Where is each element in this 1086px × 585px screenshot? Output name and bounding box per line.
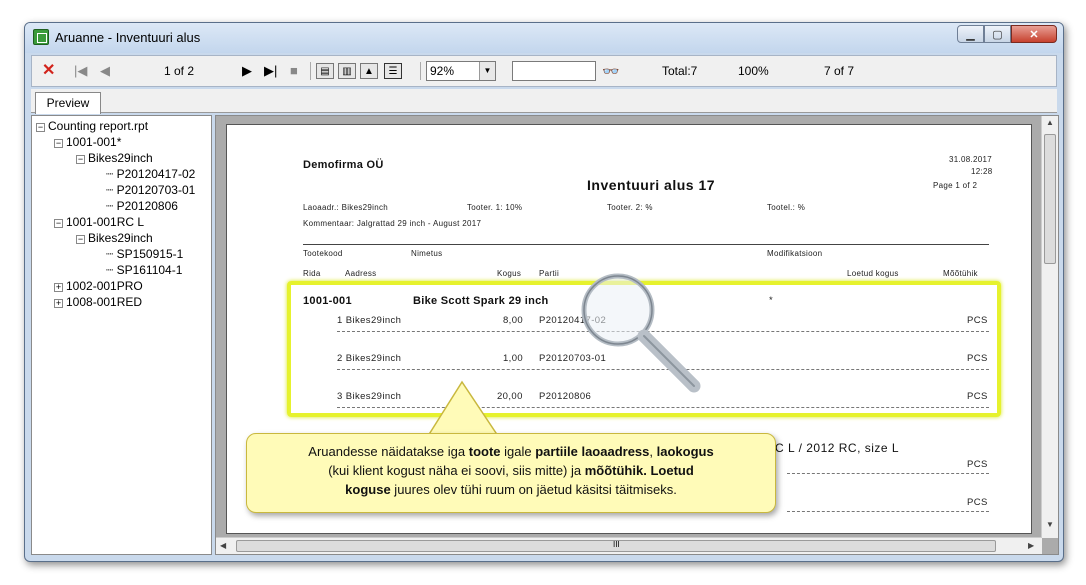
zoom-value: 92% [430,64,455,78]
record-count: 7 of 7 [824,64,855,78]
report-date: 31.08.2017 [949,155,993,164]
company-name: Demofirma OÜ [303,159,384,171]
scroll-right-icon[interactable]: ▶ [1028,541,1034,550]
scroll-up-icon[interactable]: ▲ [1046,118,1054,127]
page-number: Page 1 of 2 [933,181,978,190]
product-partial-name: C L / 2012 RC, size L [775,441,900,455]
col-name: Nimetus [411,249,443,258]
header-divider [303,244,989,245]
expand-icon[interactable]: + [54,299,63,308]
next-page-icon[interactable]: ▶ [242,56,252,86]
tree-node[interactable]: +1002-001PRO [54,278,143,294]
maximize-button[interactable]: ▢ [984,25,1011,43]
close-report-icon[interactable]: ✕ [42,56,55,86]
page-indicator: 1 of 2 [164,64,195,78]
stop-icon[interactable]: ■ [290,56,298,86]
tree-node[interactable]: −1001-001RC L [54,214,144,230]
magnifier-icon [581,273,701,393]
report-toolbar: ✕ |◀ ◀ 1 of 2 ▶ ▶| ■ ▤ ▥ ▲ ☰ 92% ▼ 👓 Tot… [31,55,1057,87]
chevron-down-icon[interactable]: ▼ [479,62,495,80]
zoom-select[interactable]: 92% ▼ [426,61,496,81]
scroll-left-icon[interactable]: ◀ [220,541,226,550]
tree-leaf[interactable]: ┈ SP161104-1 [106,262,182,278]
toolbar-separator [420,62,421,80]
app-icon [33,29,49,45]
percent-read: 100% [738,64,769,78]
collapse-icon[interactable]: − [54,219,63,228]
tooter2-label: Tooter. 2: % [607,203,653,212]
col-code: Tootekood [303,249,343,258]
print-setup-icon[interactable]: ▥ [338,63,356,79]
tree-node[interactable]: − Bikes29inch [76,230,153,246]
window-title: Aruanne - Inventuuri alus [55,30,201,45]
title-bar[interactable]: Aruanne - Inventuuri alus ▁ ▢ ✕ [25,23,1063,53]
col-modification: Modifikatsioon [767,249,823,258]
tree-leaf[interactable]: ┈ P20120806 [106,198,178,214]
window-controls: ▁ ▢ ✕ [957,25,1057,43]
annotation-callout: Aruandesse näidatakse iga toote igale pa… [246,433,776,513]
row-divider [787,473,989,474]
minimize-button[interactable]: ▁ [957,25,984,43]
tree-node[interactable]: − Bikes29inch [76,150,153,166]
expand-icon[interactable]: + [54,283,63,292]
tooter1-label: Tooter. 1: 10% [467,203,523,212]
report-title: Inventuuri alus 17 [587,177,716,193]
row-divider [787,511,989,512]
toolbar-separator [310,62,311,80]
col-quantity: Kogus [497,269,522,278]
first-page-icon[interactable]: |◀ [74,56,87,86]
col-unit: Mõõtühik [943,269,978,278]
tree-leaf[interactable]: ┈ P20120703-01 [106,182,195,198]
close-button[interactable]: ✕ [1011,25,1057,43]
vertical-scrollbar[interactable]: ▲ ▼ [1041,116,1058,538]
tree-node-root[interactable]: − Counting report.rpt [36,118,148,134]
scroll-thumb[interactable] [1044,134,1056,264]
tab-preview[interactable]: Preview [35,92,101,114]
binoculars-icon[interactable]: 👓 [602,56,619,86]
tree-node[interactable]: −1001-001* [54,134,121,150]
col-counted: Loetud kogus [847,269,899,278]
col-address: Aadress [345,269,377,278]
callout-pointer [426,380,500,437]
tootel-label: Tootel.: % [767,203,806,212]
group-tree: − Counting report.rpt −1001-001* − Bikes29… [31,115,212,555]
scroll-grip: III [613,540,620,549]
col-batch: Partii [539,269,560,278]
total-records: Total:7 [662,64,698,78]
group-tree-icon[interactable]: ☰ [384,63,402,79]
scroll-down-icon[interactable]: ▼ [1046,520,1054,529]
previous-page-icon[interactable]: ◀ [100,56,110,86]
col-row: Rida [303,269,321,278]
collapse-icon[interactable]: − [54,139,63,148]
tree-leaf[interactable]: ┈ P20120417-02 [106,166,195,182]
export-icon[interactable]: ▲ [360,63,378,79]
last-page-icon[interactable]: ▶| [264,56,277,86]
search-input[interactable] [512,61,596,81]
row-unit: PCS [967,497,988,508]
row-unit: PCS [967,459,988,470]
collapse-icon[interactable]: − [36,123,45,132]
comment-label: Kommentaar: Jalgrattad 29 inch - August … [303,219,482,228]
tree-leaf[interactable]: ┈ SP150915-1 [106,246,183,262]
tree-node[interactable]: +1008-001RED [54,294,142,310]
tab-strip: Preview [31,89,1057,114]
collapse-icon[interactable]: − [76,235,85,244]
warehouse-label: Laoaadr.: Bikes29inch [303,203,389,212]
print-icon[interactable]: ▤ [316,63,334,79]
horizontal-scrollbar[interactable]: ◀ III ▶ [216,537,1042,554]
report-time: 12:28 [971,167,993,176]
collapse-icon[interactable]: − [76,155,85,164]
scroll-thumb[interactable]: III [236,540,996,552]
